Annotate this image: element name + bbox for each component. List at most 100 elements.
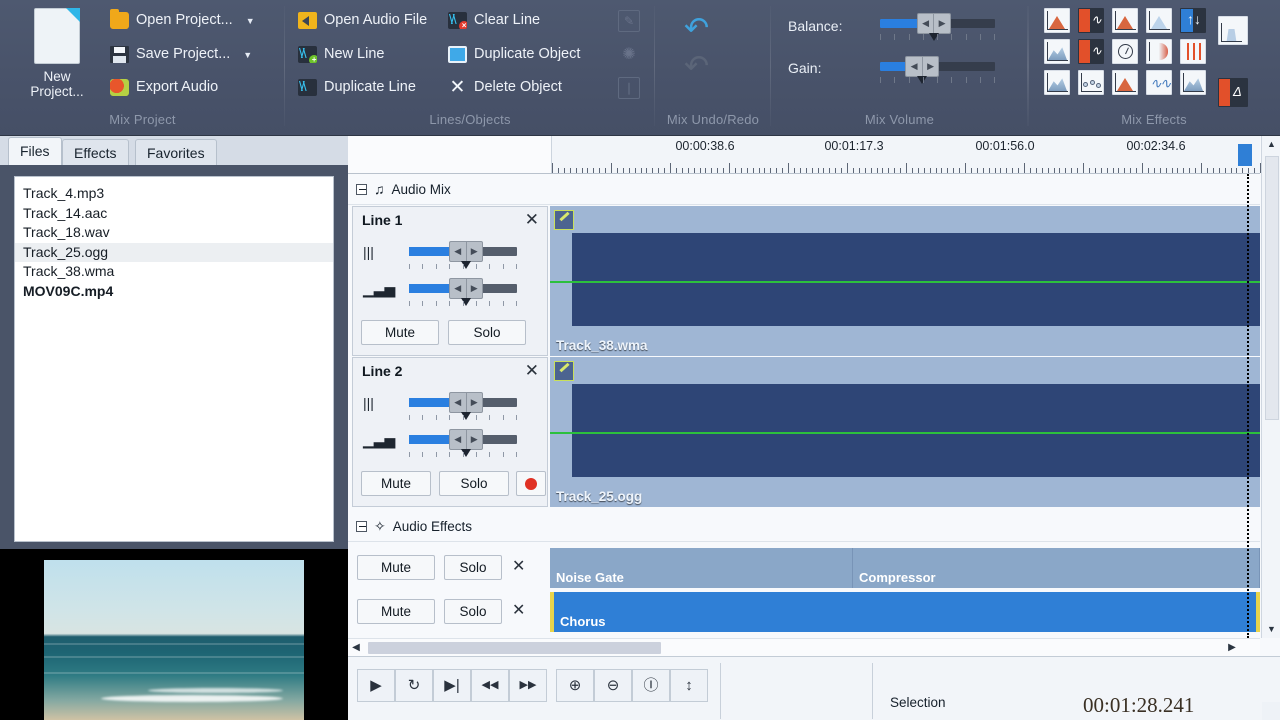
pencil-icon[interactable]: ✎ [618,10,640,32]
save-project-button[interactable]: Save Project... ▼ [110,46,252,63]
fast-forward-button[interactable]: ▶▶ [509,669,547,702]
undo-arrow-icon[interactable]: ↶ [684,14,709,44]
new-line-button[interactable]: + New Line [298,46,384,63]
dynamics-icon[interactable] [1044,8,1070,33]
section-header-audio-effects[interactable]: ✧ Audio Effects [348,511,1260,542]
section-header-audio-mix[interactable]: ♫ Audio Mix [348,174,1260,205]
delay-clock-icon[interactable] [1112,39,1138,64]
open-audio-file-button[interactable]: Open Audio File [298,12,427,29]
stereo-fx-icon[interactable] [1146,8,1172,33]
effect-row-2-mute-button[interactable]: Mute [357,599,435,624]
list-item[interactable]: Track_38.wma [15,262,333,282]
equalizer-icon[interactable]: ∿∿ [1078,8,1104,33]
line-2-balance-thumb[interactable]: ◀ ▶ [449,392,483,420]
scroll-up-arrow-icon[interactable]: ▲ [1262,136,1280,153]
chorus-icon[interactable]: ∿∿ [1146,70,1172,95]
timeline-horizontal-scrollbar[interactable]: ◀ ▶ [348,638,1260,656]
edit-cursor[interactable] [1247,174,1249,638]
zoom-100-button[interactable]: Ⓘ [632,669,670,702]
effect-row-2-close-button[interactable]: ✕ [512,600,525,620]
balance-slider-thumb[interactable]: ◀ ▶ [916,13,951,41]
zoom-in-button[interactable]: ⊕ [556,669,594,702]
line-1-close-button[interactable]: ✕ [525,210,539,230]
rewind-button[interactable]: ◀◀ [471,669,509,702]
effect-clip-compressor[interactable]: Compressor [853,548,1260,588]
file-list[interactable]: Track_4.mp3 Track_14.aac Track_18.wav Tr… [14,176,334,542]
line-1-mute-button[interactable]: Mute [361,320,439,345]
timeline-end-marker[interactable] [1238,144,1252,166]
list-item[interactable]: Track_4.mp3 [15,184,333,204]
line-2-mute-button[interactable]: Mute [361,471,431,496]
duplicate-object-button[interactable]: Duplicate Object [448,46,580,63]
phase-icon[interactable] [1146,39,1172,64]
play-button[interactable]: ▶ [357,669,395,702]
effect-clip-chorus[interactable]: Chorus [550,592,1260,632]
timeline-ruler[interactable]: 00:00:38.6 00:01:17.3 00:01:56.0 00:02:3… [348,136,1261,174]
loop-button[interactable]: ↻ [395,669,433,702]
filter-icon[interactable] [1112,8,1138,33]
line-2-close-button[interactable]: ✕ [525,361,539,381]
effect-clip-noise-gate[interactable]: Noise Gate [550,548,853,588]
zoom-out-button[interactable]: ⊖ [594,669,632,702]
scroll-down-arrow-icon[interactable]: ▼ [1262,621,1280,638]
line-1-solo-button[interactable]: Solo [448,320,526,345]
graphic-eq-icon[interactable]: ∿∿ [1078,39,1104,64]
dynamics-compressor-icon[interactable]: Δ [1218,78,1248,107]
new-project-button[interactable]: New Project... [14,8,100,112]
list-item-selected[interactable]: Track_25.ogg [15,242,333,262]
effect-row-1-mute-button[interactable]: Mute [357,555,435,580]
horizontal-scroll-thumb[interactable] [368,642,661,654]
fade-icon[interactable]: ✺ [618,44,640,66]
new-page-icon [34,8,80,64]
timeline-vertical-scrollbar[interactable]: ▲ ▼ [1261,136,1280,638]
zoom-fit-button[interactable]: ↕ [670,669,708,702]
scroll-right-arrow-icon[interactable]: ▶ [1224,639,1240,657]
effect-row-1-solo-button[interactable]: Solo [444,555,502,580]
delete-object-button[interactable]: ✕ Delete Object [448,78,562,97]
gain-slider-thumb[interactable]: ◀ ▶ [905,56,940,84]
reverb-icon[interactable] [1044,39,1070,64]
tuning-fork-icon[interactable]: ↑↓ [1180,8,1206,33]
line-1-volume-thumb[interactable]: ◀ ▶ [449,278,483,306]
properties-icon[interactable]: ∣ [618,77,640,99]
collapse-toggle-icon[interactable] [356,520,367,532]
duplicate-line-button[interactable]: Duplicate Line [298,79,416,96]
track-line-2: Line 2 ✕ ||| ◀ ▶ ▁▃▅ ◀ ▶ Mute Solo Track… [348,357,1260,507]
gain-slider[interactable]: ◀ ▶ [880,56,995,84]
list-item[interactable]: MOV09C.mp4 [15,282,333,302]
tab-favorites[interactable]: Favorites [135,139,217,165]
resize-grip[interactable] [1262,702,1280,720]
chevron-down-icon[interactable]: ▼ [246,16,255,26]
open-project-button[interactable]: Open Project... ▼ [110,9,255,29]
vertical-scroll-thumb[interactable] [1265,156,1279,420]
line-2-record-button[interactable] [516,471,546,496]
collapse-toggle-icon[interactable] [356,183,367,195]
line-2-edit-pencil-icon[interactable] [554,361,574,381]
declicker-icon[interactable] [1078,70,1104,95]
balance-slider[interactable]: ◀ ▶ [880,13,995,41]
export-audio-button[interactable]: Export Audio [110,79,218,96]
chevron-down-icon[interactable]: ▼ [243,50,252,60]
video-preview[interactable] [0,549,348,720]
line-2-solo-button[interactable]: Solo [439,471,509,496]
multiband-icon[interactable] [1180,39,1206,64]
restoration-icon[interactable] [1180,70,1206,95]
line-1-balance-thumb[interactable]: ◀ ▶ [449,241,483,269]
line-1-edit-pencil-icon[interactable] [554,210,574,230]
effect-row-2-solo-button[interactable]: Solo [444,599,502,624]
line-2-volume-thumb[interactable]: ◀ ▶ [449,429,483,457]
volume-bars-icon: ▁▃▅ [363,281,396,297]
line-1-waveform[interactable]: Track_38.wma [550,206,1260,356]
tab-effects[interactable]: Effects [62,139,129,165]
denoiser-icon[interactable] [1112,70,1138,95]
list-item[interactable]: Track_14.aac [15,204,333,224]
tab-files[interactable]: Files [8,137,62,165]
list-item[interactable]: Track_18.wav [15,223,333,243]
line-2-waveform[interactable]: Track_25.ogg [550,357,1260,507]
clear-line-button[interactable]: × Clear Line [448,12,540,29]
envelope-icon[interactable] [1044,70,1070,95]
play-to-end-button[interactable]: ▶| [433,669,471,702]
master-fx-icon[interactable] [1218,16,1248,45]
effect-row-1-close-button[interactable]: ✕ [512,556,525,576]
scroll-left-arrow-icon[interactable]: ◀ [348,639,364,657]
